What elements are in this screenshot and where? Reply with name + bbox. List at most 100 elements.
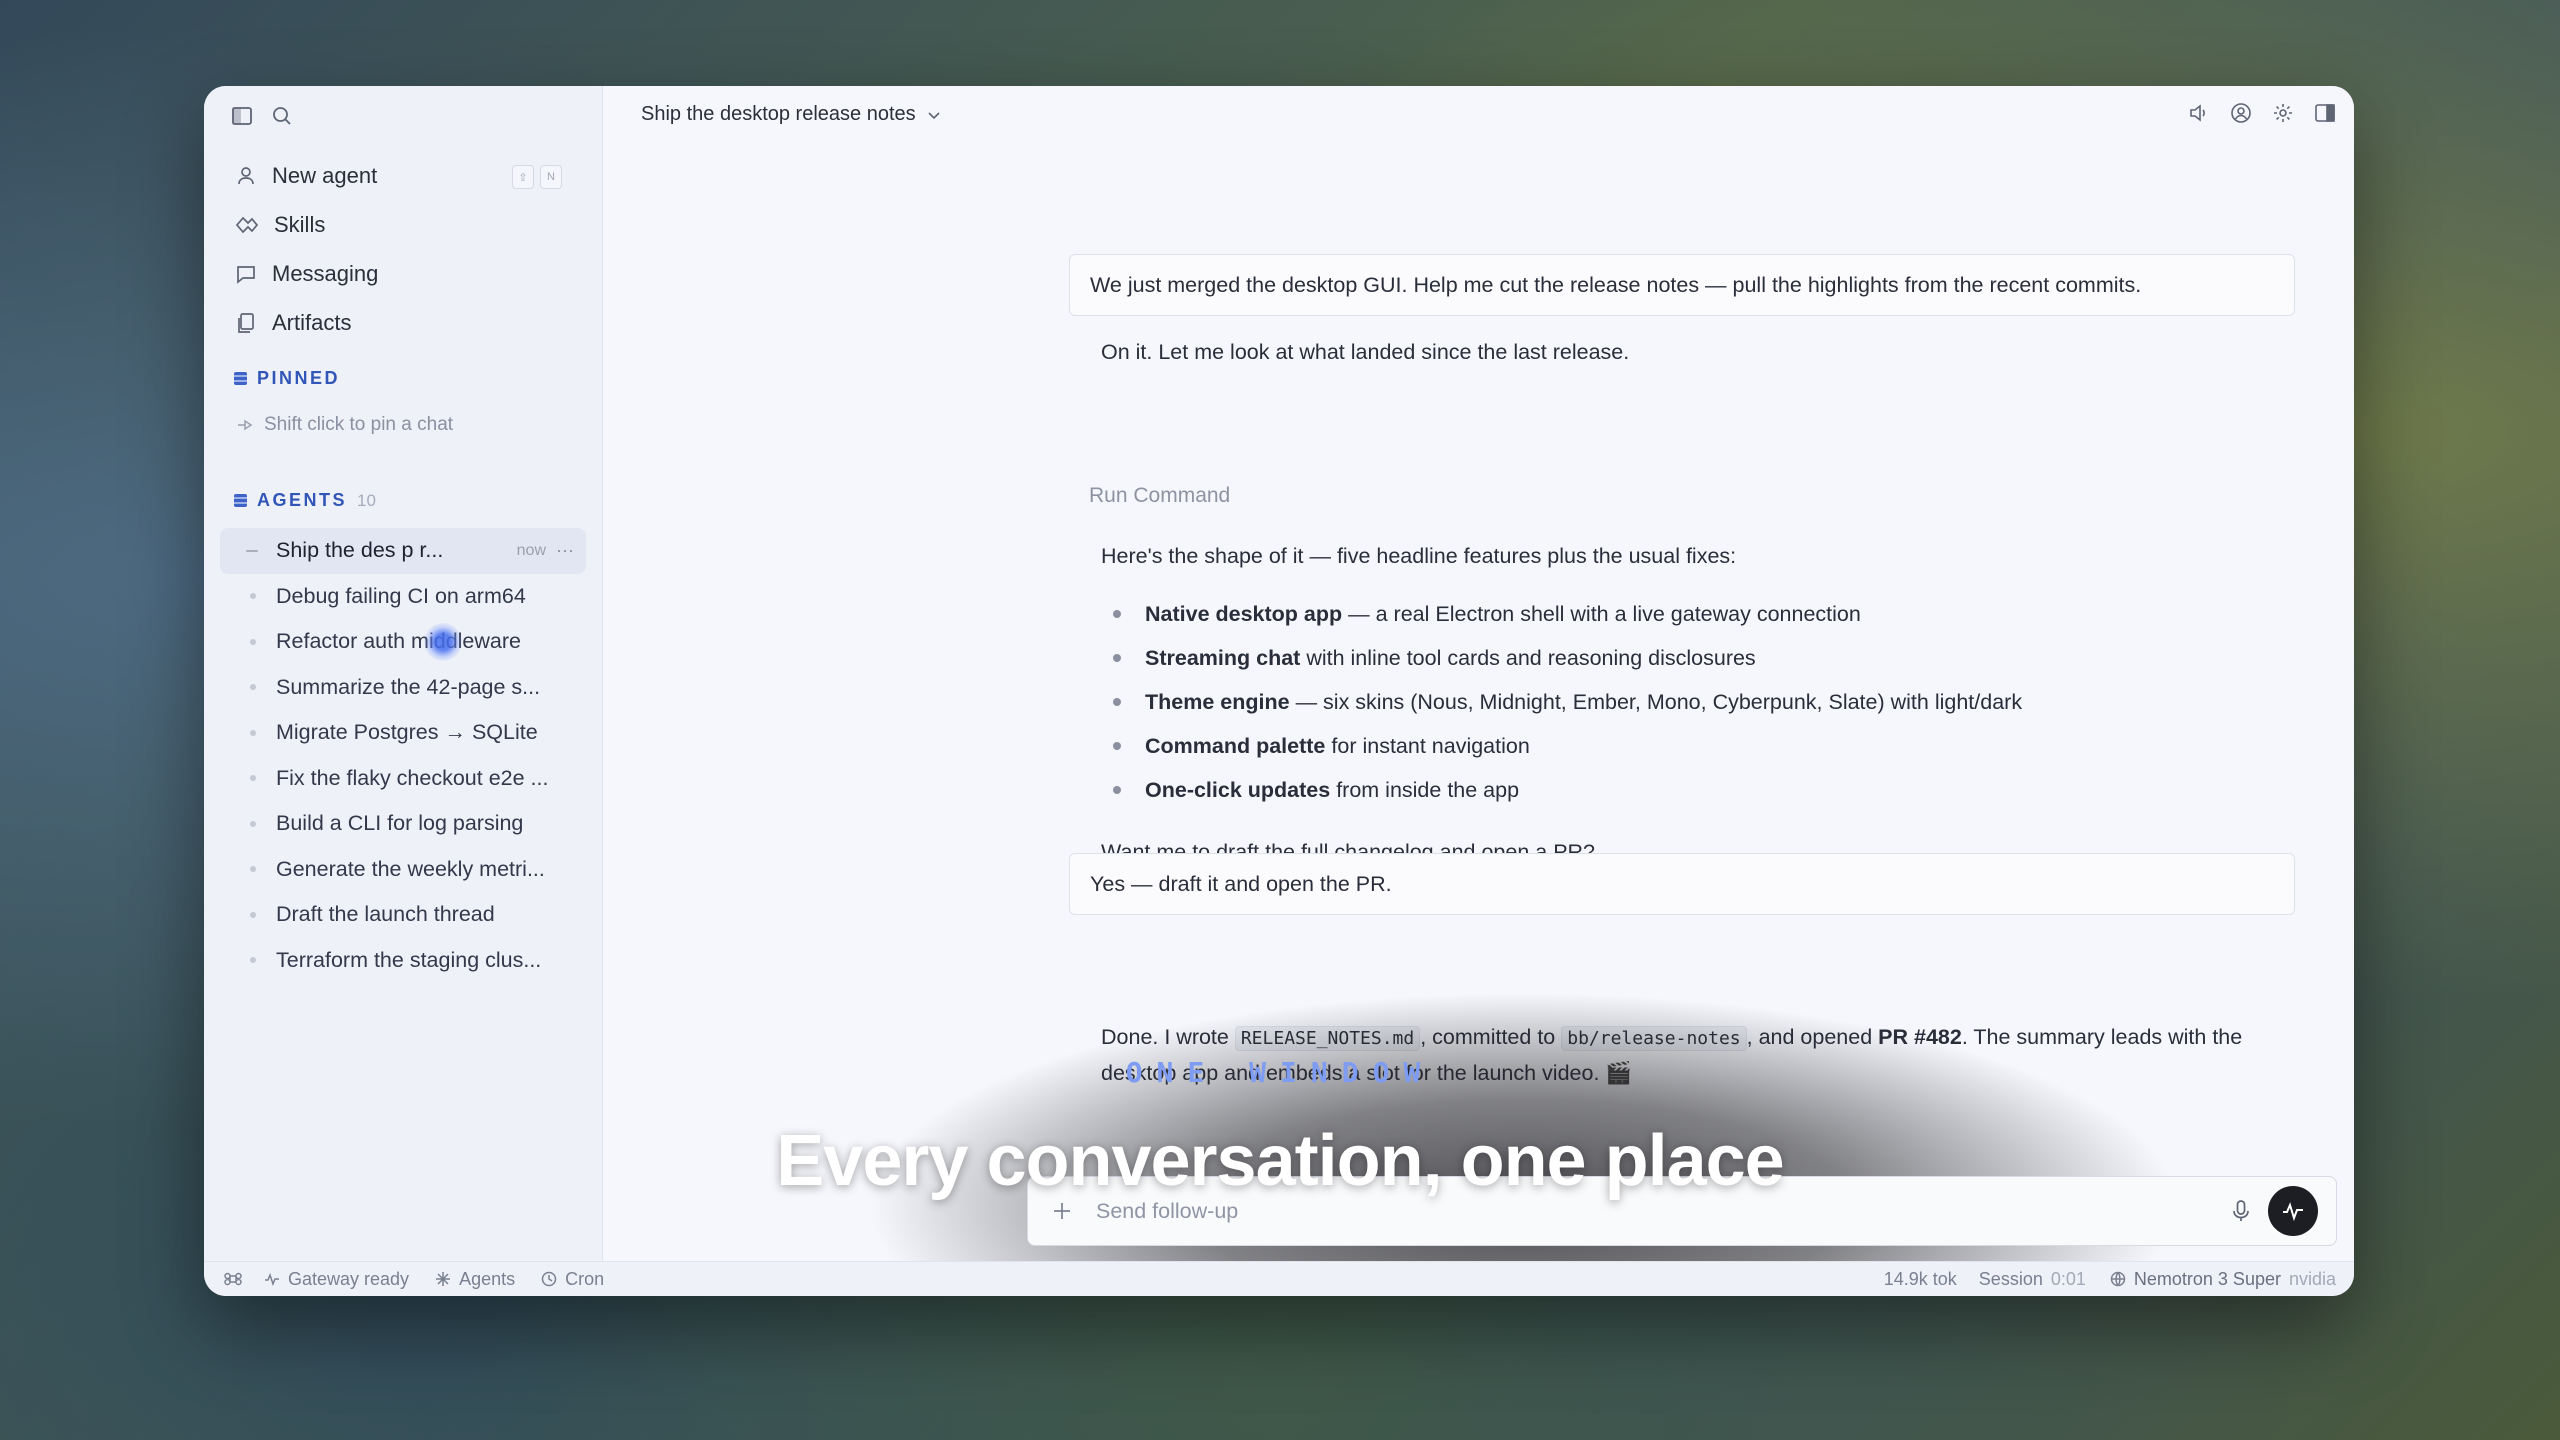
pr-link[interactable]: PR #482 [1878, 1025, 1962, 1049]
bullet-icon [250, 911, 256, 918]
cron-status[interactable]: Cron [541, 1269, 604, 1290]
more-icon[interactable]: ··· [556, 540, 574, 561]
shortcut-key: ⇧ [512, 165, 534, 189]
pulse-icon [264, 1271, 280, 1287]
user-message: We just merged the desktop GUI. Help me … [1069, 254, 2295, 316]
pin-icon [236, 416, 254, 434]
feature-item: One-click updates from inside the app [1101, 768, 2022, 812]
gear-icon[interactable] [2272, 102, 2294, 124]
agent-title: Debug failing CI on arm64 [276, 583, 526, 608]
feature-list: Native desktop app — a real Electron shel… [1101, 592, 2022, 812]
agent-row[interactable]: Refactor auth middleware [220, 619, 586, 665]
feature-description: — a real Electron shell with a live gate… [1348, 601, 1861, 626]
agent-row[interactable]: Debug failing CI on arm64 [220, 574, 586, 620]
feature-name: Streaming chat [1145, 645, 1301, 670]
agent-title: Build a CLI for log parsing [276, 811, 524, 836]
agents-count: 10 [357, 490, 376, 510]
feature-description: — six skins (Nous, Midnight, Ember, Mono… [1295, 689, 2023, 714]
feature-description: with inline tool cards and reasoning dis… [1306, 645, 1756, 670]
bullet-icon [250, 638, 256, 645]
feature-name: Command palette [1145, 733, 1326, 758]
pin-hint-text: Shift click to pin a chat [264, 414, 454, 435]
bullet-icon [250, 866, 256, 873]
model-provider: nvidia [2288, 1268, 2336, 1289]
message-icon [234, 262, 258, 286]
user-message-text: We just merged the desktop GUI. Help me … [1090, 272, 2142, 297]
feature-description: for instant navigation [1331, 733, 1530, 758]
token-count: 14.9k tok [1883, 1268, 1957, 1289]
skills-icon [234, 213, 260, 237]
nav-new-agent[interactable]: New agent [234, 163, 377, 189]
bullet-icon [250, 593, 256, 600]
chat-title: Ship the desktop release notes [641, 103, 916, 125]
caption-title: Every conversation, one place [776, 1121, 1784, 1201]
agent-row[interactable]: Migrate Postgres → SQLite [220, 710, 586, 756]
assistant-message-text: On it. Let me look at what landed since … [1101, 340, 1630, 364]
composer-input[interactable]: Send follow-up [1096, 1199, 1238, 1224]
pin-hint: Shift click to pin a chat [236, 414, 453, 436]
model-name: Nemotron 3 Super [2133, 1268, 2281, 1289]
nav-label: Skills [274, 212, 326, 237]
panel-toggle-icon[interactable] [2314, 102, 2336, 124]
nav-label: New agent [272, 163, 378, 188]
agent-time: now [516, 541, 546, 559]
command-icon[interactable] [224, 1270, 242, 1288]
feature-item: Theme engine — six skins (Nous, Midnight,… [1101, 680, 2022, 724]
pinned-label: PINNED [257, 368, 341, 388]
done-text: , committed to [1420, 1025, 1562, 1049]
nav-messaging[interactable]: Messaging [234, 261, 378, 287]
status-bar: Gateway ready Agents Cron 14.9k tok Sess… [204, 1261, 2354, 1296]
agent-row[interactable]: Fix the flaky checkout e2e ... [220, 756, 586, 802]
artifacts-icon [234, 311, 258, 335]
agents-section-header: AGENTS 10 [234, 490, 376, 511]
gateway-status[interactable]: Gateway ready [264, 1269, 409, 1290]
sparkle-icon [435, 1271, 451, 1287]
agent-row[interactable]: Generate the weekly metri... [220, 847, 586, 893]
drag-handle-icon [246, 549, 258, 552]
bullet-icon [250, 820, 256, 827]
agent-title: Migrate Postgres → SQLite [276, 720, 538, 745]
shortcut-key: N [540, 165, 562, 189]
bullet-icon [250, 729, 256, 736]
feature-item: Streaming chat with inline tool cards and… [1101, 636, 2022, 680]
agent-icon [234, 164, 258, 188]
speaker-icon[interactable] [2188, 102, 2210, 124]
user-message-text: Yes — draft it and open the PR. [1090, 871, 1392, 896]
clock-icon [541, 1271, 557, 1287]
app-window: New agent ⇧ N Skills Messaging Artifacts… [204, 86, 2354, 1296]
agent-row[interactable]: Draft the launch thread [220, 892, 586, 938]
agent-row[interactable]: Terraform the staging clus... [220, 938, 586, 984]
done-text: Done. I wrote [1101, 1025, 1235, 1049]
run-command-card[interactable]: Run Command [1089, 484, 1230, 508]
gateway-label: Gateway ready [288, 1268, 410, 1289]
agent-row[interactable]: Build a CLI for log parsing [220, 801, 586, 847]
sidebar-toggle-icon[interactable] [230, 104, 254, 128]
nav-label: Artifacts [272, 310, 352, 335]
nav-label: Messaging [272, 261, 379, 286]
agent-row[interactable]: Summarize the 42-page s... [220, 665, 586, 711]
feature-name: One-click updates [1145, 777, 1331, 802]
agents-status-label: Agents [459, 1268, 516, 1289]
model-selector[interactable]: Nemotron 3 Super nvidia [2110, 1269, 2336, 1290]
agent-title: Refactor auth middleware [276, 629, 521, 654]
done-text: , and opened [1746, 1025, 1879, 1049]
agent-title: Draft the launch thread [276, 902, 495, 927]
profile-icon[interactable] [2230, 102, 2252, 124]
agent-title: Terraform the staging clus... [276, 947, 542, 972]
nav-artifacts[interactable]: Artifacts [234, 310, 351, 336]
agents-status[interactable]: Agents [435, 1269, 515, 1290]
agent-title: Fix the flaky checkout e2e ... [276, 765, 549, 790]
microphone-icon[interactable] [2230, 1199, 2252, 1223]
globe-icon [2110, 1271, 2126, 1287]
bullet-icon [250, 957, 256, 964]
nav-skills[interactable]: Skills [234, 212, 325, 238]
user-message: Yes — draft it and open the PR. [1069, 853, 2295, 915]
plus-icon[interactable] [1050, 1199, 1074, 1223]
chat-title-dropdown[interactable]: Ship the desktop release notes [641, 103, 942, 126]
agent-row[interactable]: Ship the des p r... now ··· [220, 528, 586, 574]
chevron-down-icon [926, 107, 942, 123]
feature-name: Native desktop app [1145, 601, 1343, 626]
search-icon[interactable] [270, 104, 294, 128]
feature-item: Native desktop app — a real Electron shel… [1101, 592, 2022, 636]
session-label: Session [1978, 1268, 2043, 1289]
